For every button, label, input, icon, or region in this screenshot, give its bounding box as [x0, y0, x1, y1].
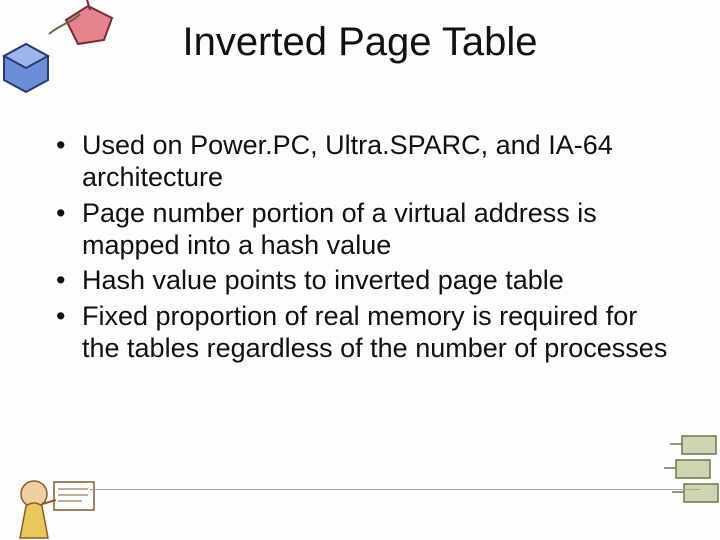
bullet-item: Fixed proportion of real memory is requi…	[50, 301, 680, 365]
slide-body: Used on Power.PC, Ultra.SPARC, and IA-64…	[50, 130, 680, 369]
corner-decoration-bottom-right-icon	[652, 430, 720, 520]
bullet-item: Hash value points to inverted page table	[50, 265, 680, 297]
bullet-item: Page number portion of a virtual address…	[50, 198, 680, 262]
corner-decoration-bottom-left-icon	[0, 434, 146, 540]
footer-divider	[90, 489, 700, 490]
slide: Inverted Page Table Used on Power.PC, Ul…	[0, 0, 720, 540]
bullet-list: Used on Power.PC, Ultra.SPARC, and IA-64…	[50, 130, 680, 365]
bullet-item: Used on Power.PC, Ultra.SPARC, and IA-64…	[50, 130, 680, 194]
slide-title: Inverted Page Table	[0, 20, 720, 65]
